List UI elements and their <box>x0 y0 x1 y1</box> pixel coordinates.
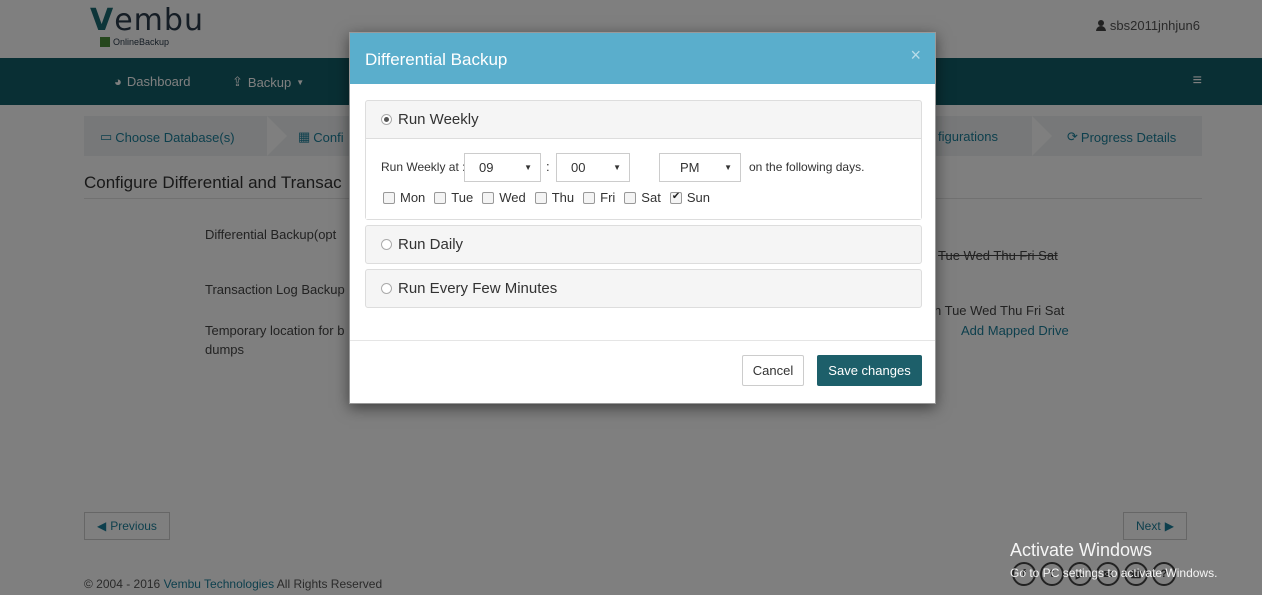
differential-backup-dialog: Differential Backup × Run Weekly Run Wee… <box>349 32 936 404</box>
run-daily-option[interactable]: Run Daily <box>366 226 921 263</box>
modal-header: Differential Backup × <box>350 33 935 84</box>
ampm-select[interactable]: PM ▼ <box>659 153 741 182</box>
time-separator: : <box>546 159 550 174</box>
day-checkboxes: Mon Tue Wed Thu Fri Sat Sun <box>381 190 717 205</box>
run-weekly-at-label: Run Weekly at : <box>381 160 466 174</box>
run-daily-panel: Run Daily <box>365 225 922 264</box>
fri-checkbox[interactable] <box>583 191 596 204</box>
dropdown-arrow-icon: ▼ <box>524 163 532 172</box>
close-icon[interactable]: × <box>910 45 921 66</box>
run-every-few-minutes-option[interactable]: Run Every Few Minutes <box>366 270 921 307</box>
run-every-few-minutes-panel: Run Every Few Minutes <box>365 269 922 308</box>
save-changes-button[interactable]: Save changes <box>817 355 922 386</box>
activate-windows-title: Activate Windows <box>1010 540 1153 560</box>
sat-checkbox[interactable] <box>624 191 637 204</box>
run-daily-radio[interactable] <box>381 239 392 250</box>
mon-checkbox[interactable] <box>383 191 395 204</box>
cancel-button[interactable]: Cancel <box>742 355 804 386</box>
days-suffix-label: on the following days. <box>749 160 865 174</box>
activate-windows-subtitle: Go to PC settings to activate Windows. <box>1010 566 1218 580</box>
minute-select[interactable]: 00 ▼ <box>556 153 630 182</box>
modal-footer-divider <box>350 340 935 341</box>
hour-select[interactable]: 09 ▼ <box>464 153 541 182</box>
modal-title: Differential Backup <box>365 50 508 69</box>
run-every-few-minutes-radio[interactable] <box>381 283 392 294</box>
run-weekly-radio[interactable] <box>381 114 392 125</box>
run-weekly-panel: Run Weekly Run Weekly at : 09 ▼ : 00 ▼ P… <box>365 100 922 220</box>
run-weekly-option[interactable]: Run Weekly <box>366 101 921 138</box>
tue-checkbox[interactable] <box>434 191 447 204</box>
sun-checkbox[interactable] <box>669 191 682 204</box>
dropdown-arrow-icon: ▼ <box>613 163 621 172</box>
thu-checkbox[interactable] <box>534 191 547 204</box>
wed-checkbox[interactable] <box>482 191 495 204</box>
weekly-settings: Run Weekly at : 09 ▼ : 00 ▼ PM ▼ on the … <box>366 138 921 219</box>
dropdown-arrow-icon: ▼ <box>724 163 732 172</box>
